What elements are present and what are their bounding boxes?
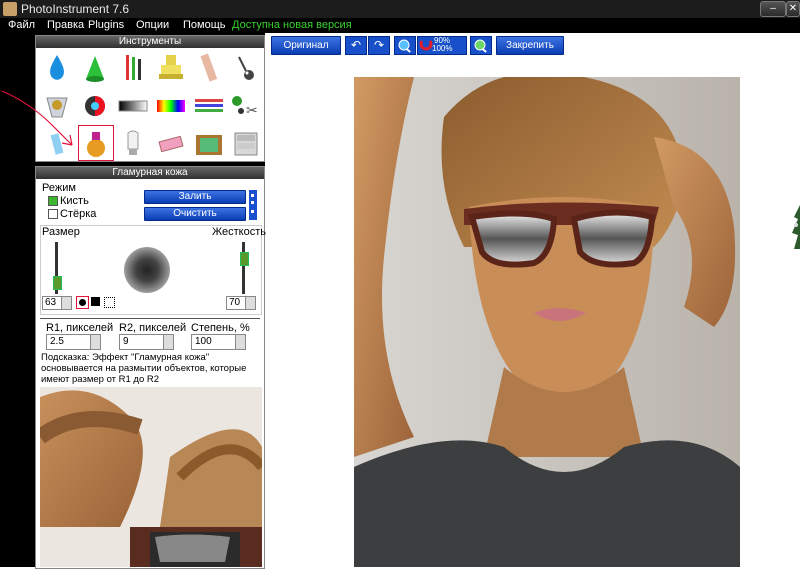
drop-tool-icon[interactable] [40, 51, 74, 85]
brush-selection-icon[interactable] [104, 297, 115, 308]
window-title: PhotoInstrument 7.6 [21, 2, 130, 16]
side-decoration-icon [790, 205, 800, 250]
preview-thumbnail [40, 387, 262, 567]
menu-edit[interactable]: Правка [47, 19, 84, 31]
zoom-percent-bottom: 100% [432, 44, 453, 53]
stamp-tool-icon[interactable] [154, 51, 188, 85]
r2-input[interactable]: 9 [119, 334, 174, 350]
bandage-tool-icon[interactable] [192, 51, 226, 85]
svg-text:✂: ✂ [246, 102, 258, 118]
divider [40, 318, 260, 319]
brush-preview [124, 247, 170, 293]
r2-label: R2, пикселей [119, 322, 187, 334]
text-tool-icon[interactable] [229, 127, 263, 161]
size-label: Размер [42, 226, 80, 238]
eraser-label: Стёрка [60, 208, 97, 220]
size-slider-thumb[interactable] [53, 276, 62, 290]
hardness-value: 70 [229, 297, 241, 308]
hardness-label: Жесткость [212, 226, 267, 238]
r1-input[interactable]: 2.5 [46, 334, 101, 350]
mode-label: Режим [42, 182, 76, 194]
hardness-slider-thumb[interactable] [240, 252, 249, 266]
frame-tool-icon[interactable] [192, 127, 226, 161]
menu-plugins[interactable]: Plugins [88, 19, 124, 31]
main-photo[interactable] [354, 77, 740, 567]
size-value: 63 [45, 297, 57, 308]
tools-panel-title: Инструменты [36, 36, 264, 48]
menu-new-version[interactable]: Доступна новая версия [232, 19, 352, 31]
minimize-button[interactable]: – [760, 1, 786, 17]
scissors-tool-icon[interactable]: ✂ [229, 89, 263, 123]
menu-help[interactable]: Помощь [183, 19, 226, 31]
close-button[interactable]: ✕ [786, 1, 800, 17]
fill-button[interactable]: Залить [144, 190, 246, 204]
glamour-panel-title: Гламурная кожа [36, 167, 264, 179]
brush-round-icon[interactable] [76, 296, 89, 309]
degree-input[interactable]: 100 [191, 334, 246, 350]
brush-square-icon[interactable] [91, 297, 100, 306]
annotation-arrow-icon [1, 90, 73, 146]
glamour-skin-panel: Гламурная кожа Режим Кисть Стёрка Залить… [35, 166, 267, 569]
r1-value: 2.5 [50, 336, 64, 347]
color-spectrum-tool-icon[interactable] [154, 89, 188, 123]
clear-button[interactable]: Очистить [144, 207, 246, 221]
color-lines-tool-icon[interactable] [192, 89, 226, 123]
undo-icon[interactable]: ↶ [345, 36, 367, 55]
pin-tool-icon[interactable] [229, 51, 263, 85]
menu-options[interactable]: Опции [136, 19, 169, 31]
redo-icon[interactable]: ↷ [368, 36, 390, 55]
eraser-radio[interactable] [48, 209, 58, 219]
app-icon [3, 2, 17, 16]
lamp-tool-icon[interactable] [116, 127, 150, 161]
hardness-spinner[interactable]: 70 [226, 296, 256, 310]
r1-label: R1, пикселей [46, 322, 114, 334]
brush-radio[interactable] [48, 196, 58, 206]
original-button[interactable]: Оригинал [271, 36, 341, 55]
zoom-out-icon[interactable] [394, 36, 416, 55]
degree-label: Степень, % [191, 322, 250, 334]
panel-mini-scroll[interactable] [249, 190, 257, 220]
fix-button[interactable]: Закрепить [496, 36, 564, 55]
hardness-slider[interactable] [242, 242, 245, 294]
cone-tool-icon[interactable] [78, 51, 112, 85]
menu-file[interactable]: Файл [8, 19, 35, 31]
brushes-tool-icon[interactable] [116, 51, 150, 85]
r2-value: 9 [123, 336, 129, 347]
zoom-in-icon[interactable] [470, 36, 492, 55]
hint-text: Подсказка: Эффект "Гламурная кожа" основ… [41, 352, 247, 385]
gradient-tool-icon[interactable] [116, 89, 150, 123]
degree-value: 100 [195, 336, 212, 347]
brush-label: Кисть [60, 195, 89, 207]
zoom-percent: 90% 100% [417, 36, 467, 55]
menu-bar: Файл Правка Plugins Опции Помощь Доступн… [0, 18, 800, 33]
size-spinner[interactable]: 63 [42, 296, 72, 310]
title-bar: PhotoInstrument 7.6 – ✕ [0, 0, 800, 18]
eraser-tool-icon[interactable] [154, 127, 188, 161]
